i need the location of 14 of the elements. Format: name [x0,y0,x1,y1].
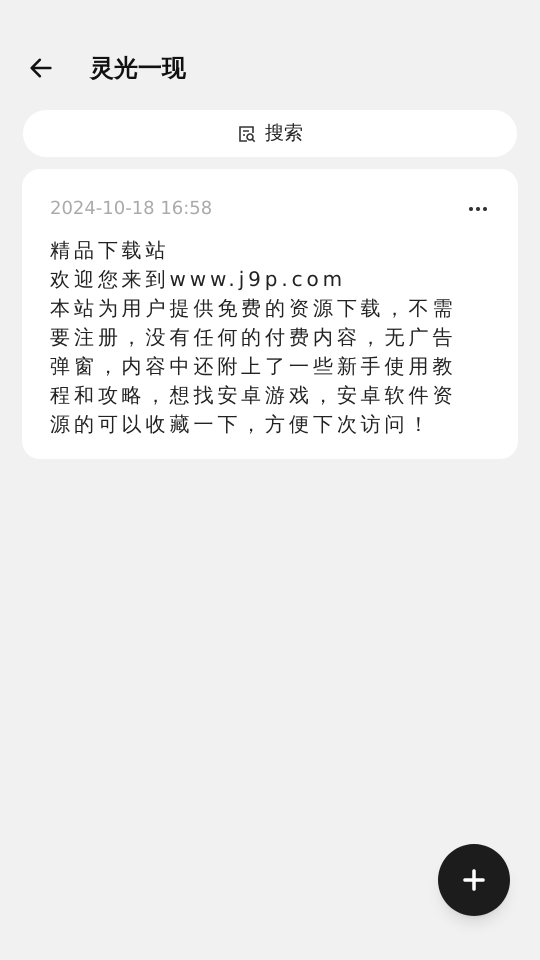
note-text-line: 程和攻略，想找安卓游戏，安卓软件资 [50,382,458,409]
note-text-line: 要注册，没有任何的付费内容，无广告 [50,324,458,351]
note-text-line: 源的可以收藏一下，方便下次访问！ [50,411,434,438]
more-icon [468,206,488,212]
note-timestamp: 2024-10-18 16:58 [50,197,212,221]
plus-icon [463,869,485,891]
note-text-line: 本站为用户提供免费的资源下载，不需 [50,295,458,322]
search-bar[interactable]: 搜索 [23,110,517,157]
page-title: 灵光一现 [90,53,186,84]
note-text-line: 精品下载站 [50,237,170,264]
note-card[interactable]: 2024-10-18 16:58 精品下载站 欢迎您来到www.j9p.com 本站为用户提供免费的资源下载，不需 要注册，没有任何的付费内容，无广告 弹窗，内容中还附上了一些新手使用教 程和攻略，想找安卓游戏，安卓软件资 源的可以收藏一下，方便下次访问！ [22,169,518,459]
search-icon [237,124,257,144]
note-text-line: 弹窗，内容中还附上了一些新手使用教 [50,353,458,380]
note-text-line: 欢迎您来到www.j9p.com [50,266,348,293]
